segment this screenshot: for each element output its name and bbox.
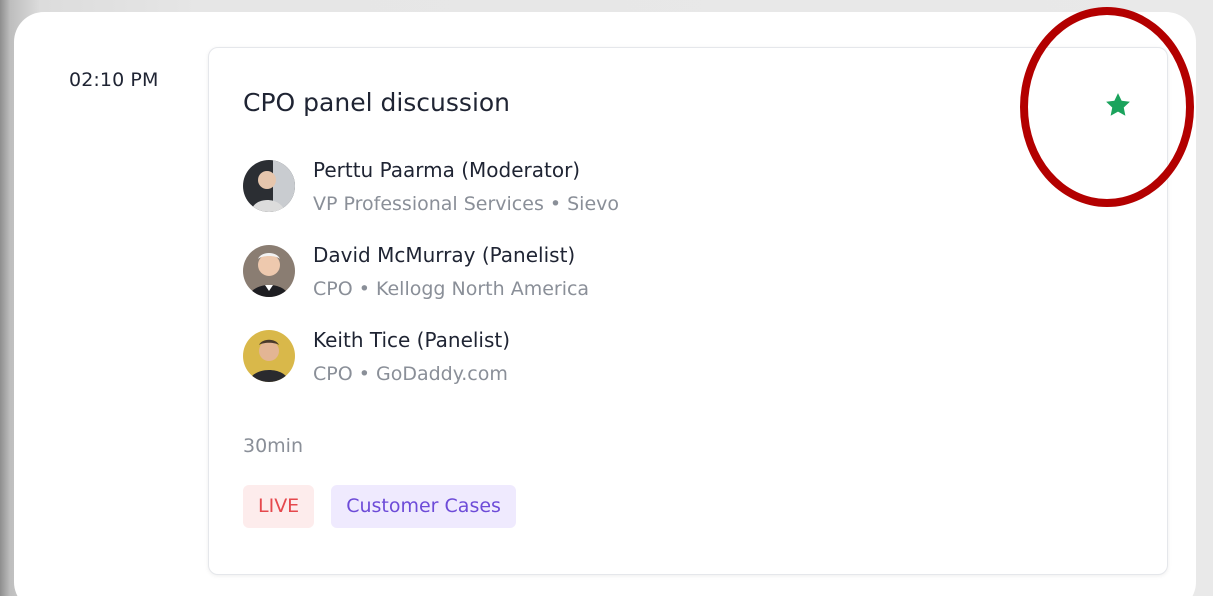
avatar [243, 245, 295, 297]
avatar [243, 330, 295, 382]
session-time: 02:10 PM [69, 69, 159, 91]
speaker-role: CPO • Kellogg North America [313, 278, 590, 300]
speaker-item[interactable]: Perttu Paarma (Moderator) VP Professiona… [243, 158, 843, 218]
live-tag: LIVE [243, 485, 315, 528]
speaker-name[interactable]: Keith Tice (Panelist) [313, 328, 510, 352]
speaker-item[interactable]: Keith Tice (Panelist) CPO • GoDaddy.com [243, 328, 843, 388]
session-title[interactable]: CPO panel discussion [243, 88, 510, 117]
session-duration: 30min [243, 435, 304, 457]
avatar [243, 160, 295, 212]
star-icon [1106, 93, 1130, 116]
speaker-name[interactable]: Perttu Paarma (Moderator) [313, 158, 580, 182]
session-tags: LIVE Customer Cases [243, 485, 516, 528]
agenda-panel: 02:10 PM CPO panel discussion Perttu Paa… [14, 12, 1196, 596]
speaker-role: VP Professional Services • Sievo [313, 193, 620, 215]
speaker-role: CPO • GoDaddy.com [313, 363, 508, 385]
category-tag[interactable]: Customer Cases [331, 485, 516, 528]
session-card[interactable]: CPO panel discussion Perttu Paarma (Mode… [208, 47, 1168, 575]
favorite-button[interactable] [1101, 88, 1135, 122]
speaker-item[interactable]: David McMurray (Panelist) CPO • Kellogg … [243, 243, 843, 303]
speaker-name[interactable]: David McMurray (Panelist) [313, 243, 575, 267]
